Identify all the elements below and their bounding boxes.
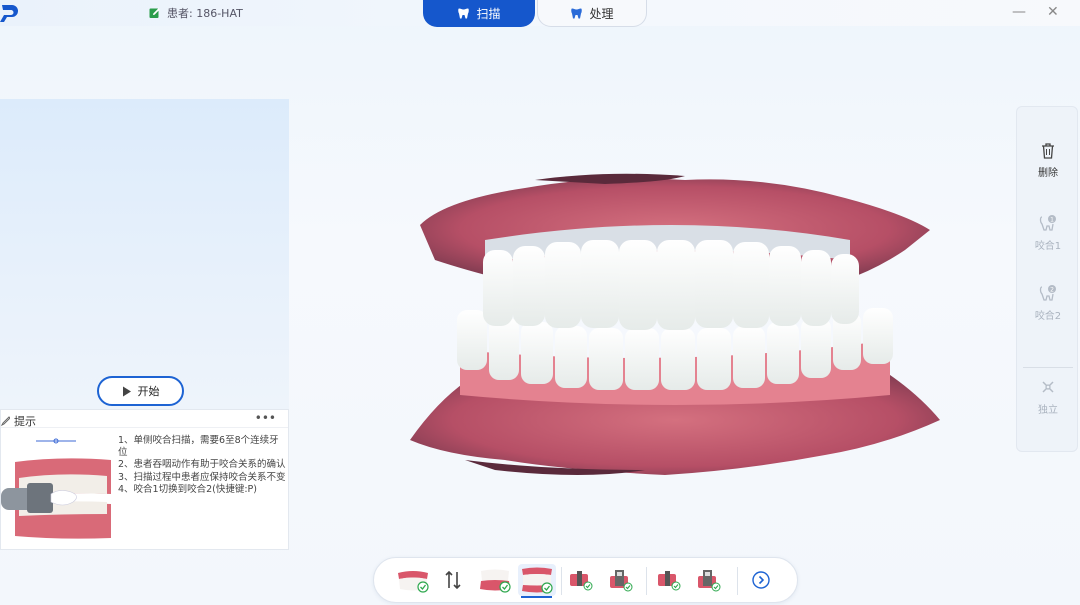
independent-tool[interactable]: 独立	[1017, 377, 1079, 416]
implant-1-icon	[570, 571, 593, 591]
tip-item: 2、患者吞咽动作有助于咬合关系的确认	[118, 459, 286, 471]
implant-2-icon	[610, 570, 633, 592]
tips-panel: 提示 ••• 1、单侧咬合扫描，需要6至8个连续牙位 2、患者吞咽动作有助于咬合…	[0, 409, 289, 550]
delete-tool[interactable]: 删除	[1017, 142, 1079, 179]
more-options-button[interactable]: •••	[255, 411, 276, 425]
tip-item: 3、扫描过程中患者应保持咬合关系不变	[118, 471, 286, 483]
svg-text:2: 2	[1050, 286, 1054, 293]
bite-scan-icon	[522, 567, 553, 594]
implant-scan-1-button[interactable]	[566, 564, 596, 596]
tips-list: 1、单侧咬合扫描，需要6至8个连续牙位 2、患者吞咽动作有助于咬合关系的确认 3…	[118, 435, 288, 496]
next-arrow-icon	[752, 571, 770, 589]
tip-item: 1、单侧咬合扫描，需要6至8个连续牙位	[118, 435, 279, 459]
patient-info[interactable]: 患者: 186-HAT	[149, 5, 243, 21]
delete-label: 删除	[1038, 168, 1058, 179]
toolbar-separator	[561, 567, 562, 595]
implant-scan-2-button[interactable]	[606, 564, 636, 596]
patient-label: 患者: 186-HAT	[167, 7, 243, 20]
toolbar-separator	[646, 567, 647, 595]
implant-4-icon	[698, 570, 721, 592]
svg-text:1: 1	[1050, 216, 1054, 223]
implant-3-icon	[658, 571, 681, 591]
start-label: 开始	[137, 385, 160, 398]
tip-item: 4、咬合1切换到咬合2(快捷键:P)	[118, 483, 257, 495]
main-tabs: 扫描 处理	[423, 0, 647, 27]
lower-jaw-scan-button[interactable]	[394, 564, 432, 596]
active-tool-indicator	[521, 596, 552, 598]
scan-preview-panel	[0, 99, 289, 409]
start-button[interactable]: 开始	[97, 376, 184, 406]
close-button[interactable]: ✕	[1047, 4, 1059, 20]
swap-jaw-button[interactable]	[438, 564, 468, 596]
trash-icon	[1042, 143, 1054, 159]
tab-process[interactable]: 处理	[537, 0, 647, 27]
swap-jaw-icon	[445, 570, 461, 590]
next-step-button[interactable]	[748, 564, 774, 596]
app-logo-icon	[0, 5, 18, 22]
upper-jaw-icon	[480, 569, 511, 593]
bite-scan-illustration	[1, 438, 111, 539]
tips-divider	[1, 427, 288, 428]
upper-jaw-scan-button[interactable]	[476, 564, 514, 596]
bite1-icon: 1	[1039, 215, 1056, 231]
bite2-icon: 2	[1039, 285, 1056, 301]
toolbar-separator	[737, 567, 738, 595]
bite2-tool[interactable]: 2 咬合2	[1017, 283, 1079, 322]
lower-jaw-done-icon	[398, 571, 429, 593]
implant-scan-3-button[interactable]	[654, 564, 684, 596]
right-tool-panel: 删除 1 咬合1 2 咬合2 独立	[1016, 106, 1078, 452]
title-bar: 患者: 186-HAT 扫描 处理 — ✕	[0, 0, 1080, 27]
minimize-button[interactable]: —	[1012, 4, 1026, 20]
bite-scan-button[interactable]	[518, 564, 556, 596]
independent-icon	[1042, 381, 1054, 393]
tooth-icon	[458, 8, 470, 19]
tab-scan-label: 扫描	[476, 7, 501, 21]
independent-label: 独立	[1038, 405, 1058, 416]
bite1-tool[interactable]: 1 咬合1	[1017, 213, 1079, 252]
tooth-process-icon	[571, 8, 583, 18]
bottom-toolbar	[373, 557, 798, 603]
pin-icon	[1, 416, 10, 426]
tool-divider	[1023, 367, 1073, 368]
tab-process-label: 处理	[589, 6, 614, 21]
play-icon	[122, 386, 131, 396]
edit-icon[interactable]	[149, 7, 161, 19]
implant-scan-4-button[interactable]	[694, 564, 724, 596]
bite2-label: 咬合2	[1034, 311, 1062, 322]
tab-scan[interactable]: 扫描	[423, 0, 535, 27]
bite1-label: 咬合1	[1034, 241, 1062, 252]
dental-scan-model[interactable]	[405, 170, 945, 500]
